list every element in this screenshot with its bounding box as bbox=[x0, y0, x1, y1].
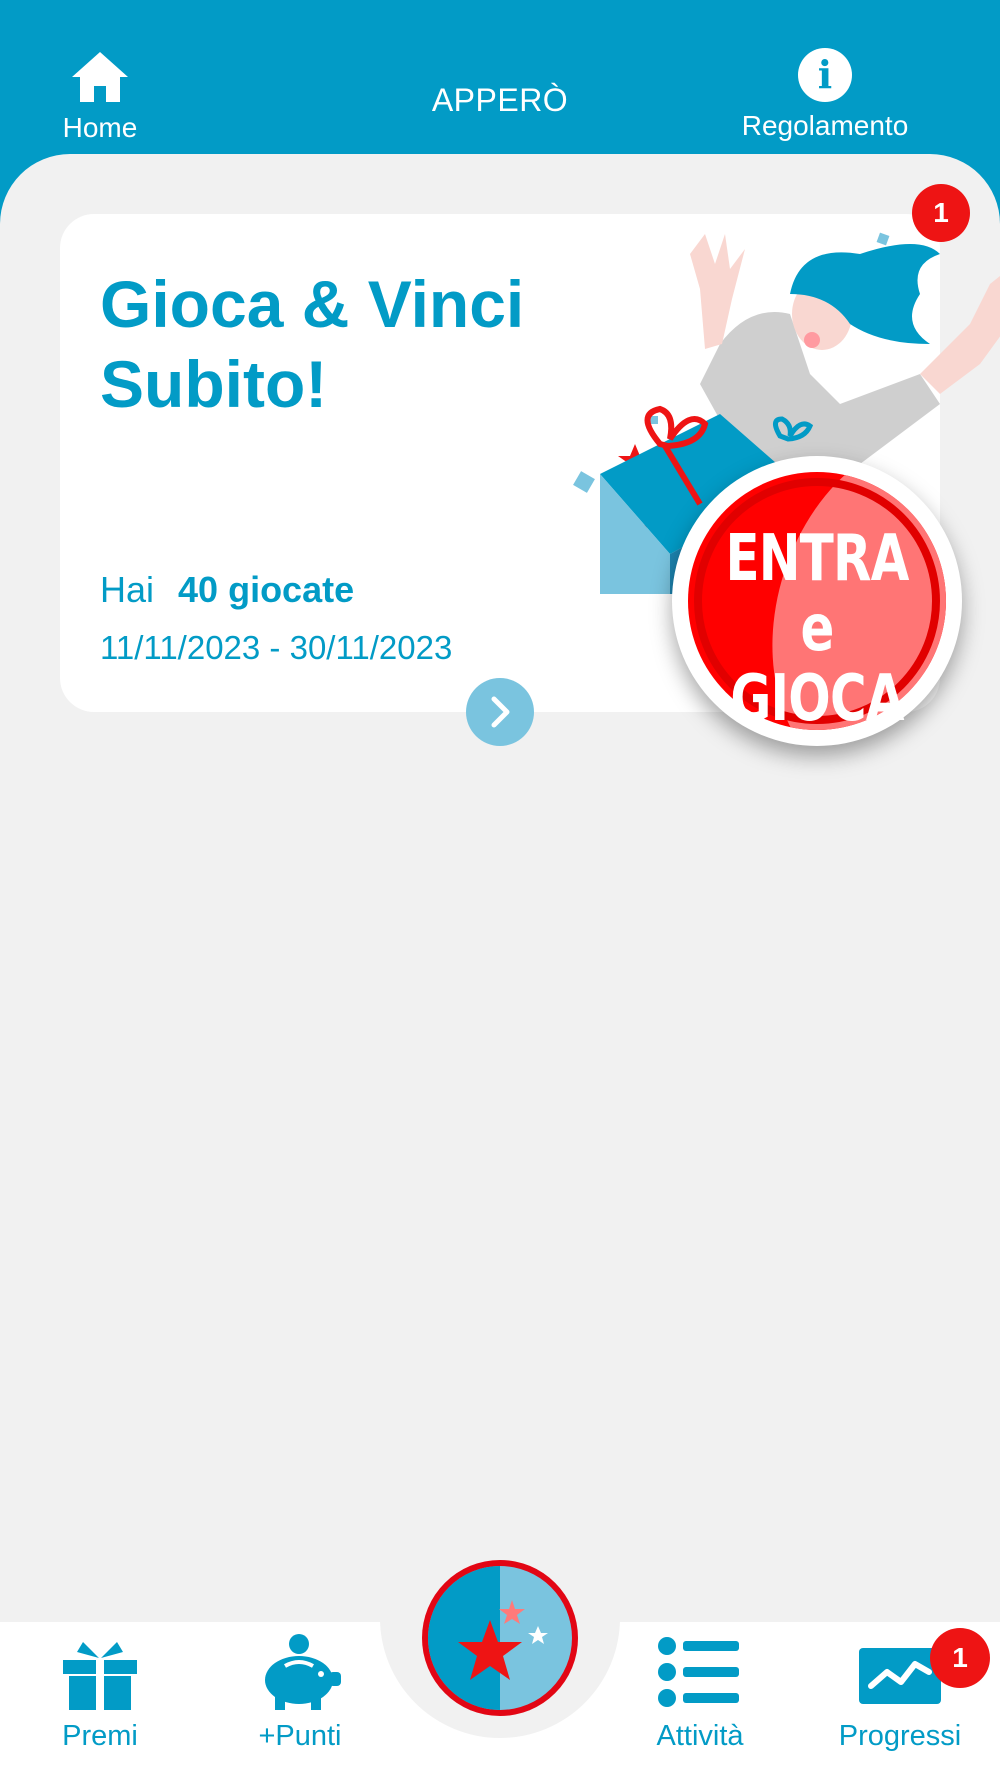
nav-item-punti[interactable]: +Punti bbox=[220, 1632, 380, 1762]
promo-notification-badge: 1 bbox=[912, 184, 970, 242]
nav-label-punti: +Punti bbox=[258, 1720, 342, 1752]
top-bar: Home APPERÒ i Regolamento bbox=[0, 0, 1000, 156]
rules-button[interactable]: i Regolamento bbox=[725, 48, 925, 148]
next-arrow-button[interactable] bbox=[466, 678, 534, 746]
nav-label-progressi: Progressi bbox=[838, 1720, 962, 1752]
plays-count: 40 giocate bbox=[178, 569, 355, 610]
info-icon: i bbox=[798, 48, 852, 102]
play-button-text: ENTRA e GIOCA bbox=[704, 524, 930, 734]
promo-dates: 11/11/2023 - 30/11/2023 bbox=[100, 629, 453, 666]
play-button-line2: GIOCA bbox=[730, 662, 904, 736]
list-icon bbox=[658, 1637, 739, 1707]
nav-label-attivita: Attività bbox=[656, 1720, 744, 1752]
plays-info: Hai 40 giocate bbox=[100, 569, 354, 611]
progress-notification-badge: 1 bbox=[930, 1628, 990, 1688]
promo-title: Gioca & Vinci Subito! bbox=[100, 267, 525, 421]
nav-label-premi: Premi bbox=[62, 1720, 138, 1752]
piggy-bank-icon bbox=[265, 1634, 341, 1710]
center-stars-button[interactable] bbox=[422, 1560, 578, 1716]
chart-icon bbox=[859, 1648, 941, 1704]
gift-icon bbox=[63, 1642, 137, 1712]
enter-and-play-button[interactable]: ENTRA e GIOCA bbox=[672, 456, 962, 746]
rules-label: Regolamento bbox=[741, 110, 909, 141]
nav-item-attivita[interactable]: Attività bbox=[620, 1632, 780, 1762]
plays-prefix: Hai bbox=[100, 569, 155, 610]
play-button-line1: ENTRA e bbox=[725, 522, 909, 666]
nav-item-premi[interactable]: Premi bbox=[20, 1632, 180, 1762]
chevron-right-icon bbox=[491, 696, 510, 728]
stars-icon bbox=[428, 1566, 572, 1710]
